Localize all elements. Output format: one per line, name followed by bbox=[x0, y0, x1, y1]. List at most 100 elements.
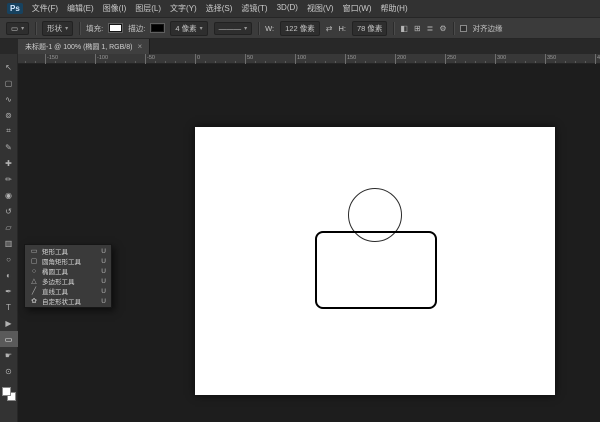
menu-item[interactable]: 帮助(H) bbox=[381, 3, 408, 14]
path-selection-tool-icon[interactable]: ▶ bbox=[0, 315, 18, 331]
eraser-tool-icon[interactable]: ▱ bbox=[0, 219, 18, 235]
flyout-item-label: 自定形状工具 bbox=[42, 296, 81, 306]
stroke-width-value: 4 像素 bbox=[175, 23, 196, 34]
flyout-item-shortcut: U bbox=[101, 278, 106, 285]
ruler-tick: 300 bbox=[495, 54, 506, 64]
height-value: 78 像素 bbox=[357, 23, 382, 34]
close-icon[interactable]: × bbox=[137, 42, 142, 51]
menu-item[interactable]: 图层(L) bbox=[135, 3, 161, 14]
ruler-tick: -150 bbox=[45, 54, 58, 64]
zoom-tool-icon[interactable]: ⊙ bbox=[0, 363, 18, 379]
flyout-item-custom-shape-tool[interactable]: ✿自定形状工具U bbox=[25, 296, 111, 306]
tool-mode-select[interactable]: 形状 ▾ bbox=[42, 21, 73, 36]
menu-item[interactable]: 窗口(W) bbox=[343, 3, 372, 14]
lasso-tool-icon[interactable]: ∿ bbox=[0, 91, 18, 107]
hand-tool-icon[interactable]: ☛ bbox=[0, 347, 18, 363]
width-input[interactable]: 122 像素 bbox=[280, 21, 320, 36]
menu-item[interactable]: 编辑(E) bbox=[67, 3, 94, 14]
blur-tool-icon[interactable]: ○ bbox=[0, 251, 18, 267]
crop-tool-icon[interactable]: ⌗ bbox=[0, 123, 18, 139]
stroke-color-swatch[interactable] bbox=[151, 24, 164, 32]
stroke-width-select[interactable]: 4 像素 ▾ bbox=[170, 21, 207, 36]
type-tool-icon[interactable]: T bbox=[0, 299, 18, 315]
flyout-item-label: 矩形工具 bbox=[42, 246, 68, 256]
gear-icon[interactable]: ⚙ bbox=[439, 24, 446, 33]
shape-tools-flyout: ▭矩形工具U▢圆角矩形工具U○椭圆工具U△多边形工具U╱直线工具U✿自定形状工具… bbox=[24, 244, 112, 308]
path-arrangement-icon[interactable]: ≣ bbox=[427, 24, 434, 33]
divider bbox=[393, 22, 394, 35]
ruler-tick: -50 bbox=[145, 54, 155, 64]
ruler-tick: 400 bbox=[595, 54, 600, 64]
divider bbox=[258, 22, 259, 35]
pen-tool-icon[interactable]: ✒ bbox=[0, 283, 18, 299]
menu-item[interactable]: 滤镜(T) bbox=[241, 3, 267, 14]
rounded-rectangle-shape[interactable] bbox=[315, 231, 437, 309]
align-edges-checkbox[interactable] bbox=[460, 25, 467, 32]
divider bbox=[79, 22, 80, 35]
path-operations-icon[interactable]: ◧ bbox=[400, 24, 408, 33]
link-dimensions-icon[interactable]: ⇄ bbox=[326, 24, 333, 33]
tool-preset-picker[interactable]: ▭ ▾ bbox=[6, 22, 29, 35]
menu-item[interactable]: 文件(F) bbox=[32, 3, 58, 14]
foreground-color-swatch[interactable] bbox=[2, 387, 11, 396]
document-tab[interactable]: 未标题-1 @ 100% (椭圆 1, RGB/8) × bbox=[18, 39, 150, 54]
flyout-item-shortcut: U bbox=[101, 298, 106, 305]
flyout-item-shortcut: U bbox=[101, 248, 106, 255]
flyout-item-shortcut: U bbox=[101, 288, 106, 295]
ellipse-tool-icon: ○ bbox=[30, 268, 38, 275]
clone-stamp-tool-icon[interactable]: ◉ bbox=[0, 187, 18, 203]
flyout-item-label: 多边形工具 bbox=[42, 276, 75, 286]
marquee-tool-icon[interactable]: ▢ bbox=[0, 75, 18, 91]
divider bbox=[35, 22, 36, 35]
menu-item[interactable]: 图像(I) bbox=[103, 3, 127, 14]
width-value: 122 像素 bbox=[285, 23, 315, 34]
flyout-item-rounded-rectangle-tool[interactable]: ▢圆角矩形工具U bbox=[25, 256, 111, 266]
menu-item[interactable]: 文字(Y) bbox=[170, 3, 197, 14]
document-tab-bar: 未标题-1 @ 100% (椭圆 1, RGB/8) × bbox=[0, 39, 600, 54]
flyout-item-rectangle-tool[interactable]: ▭ 矩形工具 U bbox=[25, 246, 111, 256]
rectangle-tool-icon: ▭ bbox=[30, 247, 38, 255]
menu-item[interactable]: 选择(S) bbox=[206, 3, 233, 14]
menu-bar: Ps 文件(F)编辑(E)图像(I)图层(L)文字(Y)选择(S)滤镜(T)3D… bbox=[0, 0, 600, 18]
ruler-tick: -100 bbox=[95, 54, 108, 64]
polygon-tool-icon: △ bbox=[30, 277, 38, 285]
flyout-item-label: 直线工具 bbox=[42, 286, 68, 296]
dodge-tool-icon[interactable]: ◐ bbox=[0, 267, 18, 283]
gradient-tool-icon[interactable]: ▥ bbox=[0, 235, 18, 251]
flyout-item-polygon-tool[interactable]: △ 多边形工具 U bbox=[25, 276, 111, 286]
menu-item[interactable]: 视图(V) bbox=[307, 3, 334, 14]
chevron-down-icon: ▾ bbox=[244, 25, 247, 32]
path-alignment-icon[interactable]: ⊞ bbox=[414, 24, 421, 33]
chevron-down-icon: ▾ bbox=[65, 25, 68, 32]
quick-selection-tool-icon[interactable]: ⊚ bbox=[0, 107, 18, 123]
flyout-item-shortcut: U bbox=[101, 258, 106, 265]
color-swatches bbox=[2, 387, 16, 401]
ruler-tick: 200 bbox=[395, 54, 406, 64]
ruler-tick: 250 bbox=[445, 54, 456, 64]
tool-preset-icon: ▭ bbox=[11, 24, 18, 33]
flyout-item-line-tool[interactable]: ╱直线工具U bbox=[25, 286, 111, 296]
shape-tool-icon[interactable]: ▭ bbox=[0, 331, 18, 347]
divider bbox=[453, 22, 454, 35]
ruler-tick: 350 bbox=[545, 54, 556, 64]
toolbox: ↖▢∿⊚⌗✎✚✏◉↺▱▥○◐✒T▶▭☛⊙ bbox=[0, 54, 18, 422]
pasteboard bbox=[18, 64, 600, 422]
ruler-tick: 100 bbox=[295, 54, 306, 64]
ruler-tick: 150 bbox=[345, 54, 356, 64]
move-tool-icon[interactable]: ↖ bbox=[0, 59, 18, 75]
shape-tools-flyout-list: ▭矩形工具U▢圆角矩形工具U○椭圆工具U△多边形工具U╱直线工具U✿自定形状工具… bbox=[25, 246, 111, 306]
brush-tool-icon[interactable]: ✏ bbox=[0, 171, 18, 187]
ruler-tick: 0 bbox=[195, 54, 200, 64]
eyedropper-tool-icon[interactable]: ✎ bbox=[0, 139, 18, 155]
fill-color-swatch[interactable] bbox=[109, 24, 122, 32]
menubar-items: 文件(F) 编辑(E) 图像(I) 图层(L) 文字(Y) 选择(S) 滤镜(T) 3D(D)… bbox=[32, 3, 408, 14]
stroke-style-select[interactable]: ——— ▾ bbox=[214, 22, 253, 35]
height-input[interactable]: 78 像素 bbox=[352, 21, 387, 36]
healing-brush-tool-icon[interactable]: ✚ bbox=[0, 155, 18, 171]
flyout-item-ellipse-tool[interactable]: ○椭圆工具U bbox=[25, 266, 111, 276]
history-brush-tool-icon[interactable]: ↺ bbox=[0, 203, 18, 219]
canvas[interactable] bbox=[195, 127, 555, 395]
menu-item[interactable]: 3D(D) bbox=[277, 3, 298, 14]
stroke-style-sample: ——— bbox=[219, 24, 242, 33]
chevron-down-icon: ▾ bbox=[21, 25, 24, 32]
